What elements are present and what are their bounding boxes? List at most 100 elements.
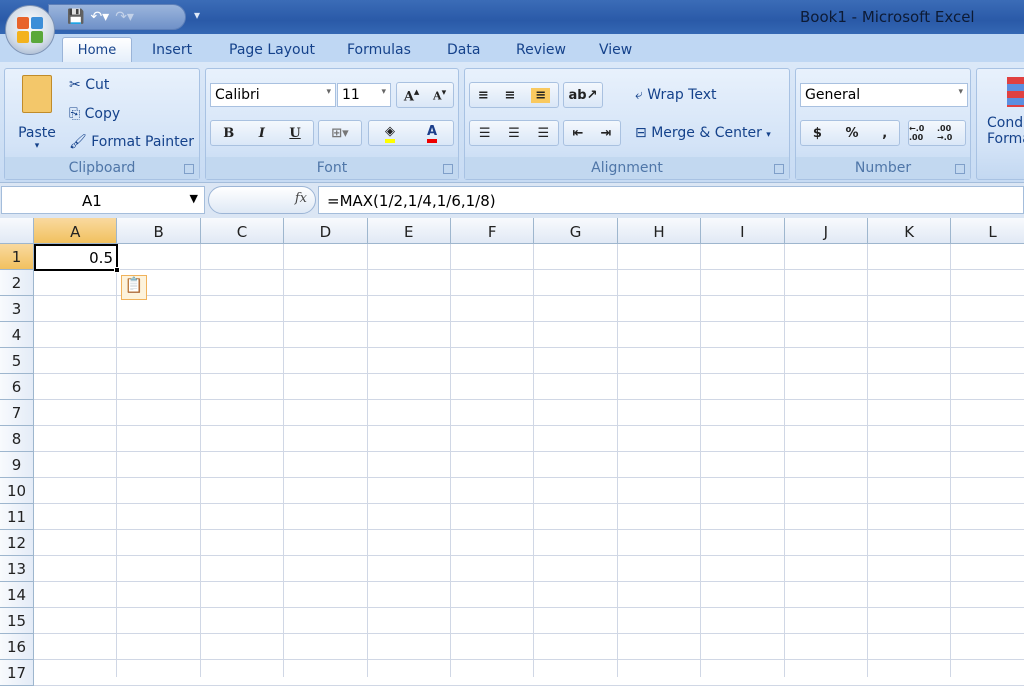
column-header-I[interactable]: I xyxy=(701,218,785,244)
tab-review[interactable]: Review xyxy=(516,42,566,58)
save-icon[interactable]: 💾 xyxy=(67,9,84,25)
column-header-L[interactable]: L xyxy=(951,218,1024,244)
row-header-15[interactable]: 15 xyxy=(0,608,34,634)
insert-function-button[interactable]: fx xyxy=(295,191,307,206)
name-box[interactable]: A1 ▼ xyxy=(1,186,205,214)
column-header-H[interactable]: H xyxy=(617,218,702,244)
column-header-B[interactable]: B xyxy=(117,218,201,244)
tab-view[interactable]: View xyxy=(599,42,632,58)
paste-button[interactable]: Paste ▾ xyxy=(15,75,59,155)
row-header-10[interactable]: 10 xyxy=(0,478,34,504)
format-painter-button[interactable]: 🖌 Format Painter xyxy=(69,134,194,150)
row-header-14[interactable]: 14 xyxy=(0,582,34,608)
row-header-7[interactable]: 7 xyxy=(0,400,34,426)
shrink-font-icon[interactable]: A▾ xyxy=(433,87,446,103)
increase-indent-icon[interactable]: ⇥ xyxy=(601,126,612,141)
indent-buttons: ⇤ ⇥ xyxy=(563,120,621,146)
increase-decimal-button[interactable]: ←.0 .00 xyxy=(909,124,937,142)
fill-color-icon[interactable]: ◈ xyxy=(384,124,395,143)
office-button[interactable] xyxy=(5,5,55,55)
tab-page-layout[interactable]: Page Layout xyxy=(229,42,315,58)
decrease-indent-icon[interactable]: ⇤ xyxy=(573,126,584,141)
horizontal-align-buttons: ☰ ☰ ☰ xyxy=(469,120,559,146)
row-header-9[interactable]: 9 xyxy=(0,452,34,478)
row-header-5[interactable]: 5 xyxy=(0,348,34,374)
currency-button[interactable]: $ xyxy=(813,126,822,141)
formula-buttons: fx xyxy=(208,186,316,214)
wrap-text-button[interactable]: ⤶ Wrap Text xyxy=(635,87,717,103)
italic-button[interactable]: I xyxy=(259,126,265,141)
align-center-icon[interactable]: ☰ xyxy=(508,126,520,141)
gridline xyxy=(867,244,868,677)
row-header-6[interactable]: 6 xyxy=(0,374,34,400)
cell-a1[interactable]: 0.5 xyxy=(34,244,118,271)
orientation-button[interactable]: ab↗ xyxy=(563,82,603,108)
grow-font-icon[interactable]: A▴ xyxy=(404,85,420,104)
paste-options-button[interactable]: 📋 xyxy=(121,275,147,300)
orientation-icon: ab↗ xyxy=(568,87,598,103)
align-right-icon[interactable]: ☰ xyxy=(537,126,549,141)
font-name-dropdown[interactable]: Calibri ▾ xyxy=(210,83,336,107)
fill-handle[interactable] xyxy=(114,267,120,273)
tab-insert[interactable]: Insert xyxy=(152,42,192,58)
tab-home[interactable]: Home xyxy=(62,37,132,63)
copy-button[interactable]: ⎘ Copy xyxy=(69,106,120,122)
borders-button[interactable]: ⊞▾ xyxy=(318,120,362,146)
ribbon: Paste ▾ ✂ Cut ⎘ Copy 🖌 Format Painter Cli… xyxy=(0,62,1024,182)
font-label: Font xyxy=(206,157,458,179)
conditional-formatting-button[interactable]: CondForma xyxy=(987,77,1024,147)
clipboard-launcher-icon[interactable] xyxy=(184,164,194,174)
number-format-dropdown[interactable]: General ▾ xyxy=(800,83,968,107)
alignment-group: ≡ ≡ ≡ ab↗ ☰ ☰ ☰ ⇤ ⇥ ⤶ Wrap Text ⊟ Merge & Cen… xyxy=(464,68,790,180)
font-style-buttons: BIU xyxy=(210,120,314,146)
formula-input[interactable]: =MAX(1/2,1/4,1/6,1/8) xyxy=(318,186,1024,214)
customize-qat-icon[interactable]: ▾ xyxy=(194,8,200,22)
color-buttons: ◈ A xyxy=(368,120,454,146)
column-header-K[interactable]: K xyxy=(868,218,952,244)
gridline xyxy=(34,581,1024,582)
row-header-11[interactable]: 11 xyxy=(0,504,34,530)
row-header-1[interactable]: 1 xyxy=(0,244,34,270)
tab-formulas[interactable]: Formulas xyxy=(347,42,411,58)
bottom-align-icon[interactable]: ≡ xyxy=(531,87,551,103)
column-header-F[interactable]: F xyxy=(451,218,535,244)
number-launcher-icon[interactable] xyxy=(955,164,965,174)
percent-button[interactable]: % xyxy=(846,126,859,141)
row-header-12[interactable]: 12 xyxy=(0,530,34,556)
underline-button[interactable]: U xyxy=(289,126,300,141)
row-header-13[interactable]: 13 xyxy=(0,556,34,582)
column-header-A[interactable]: A xyxy=(34,218,118,244)
redo-icon[interactable]: ↷▾ xyxy=(115,9,134,25)
undo-icon[interactable]: ↶▾ xyxy=(90,9,109,25)
row-header-17[interactable]: 17 xyxy=(0,660,34,686)
bold-button[interactable]: B xyxy=(223,126,234,141)
comma-button[interactable]: , xyxy=(882,126,887,141)
merge-center-button[interactable]: ⊟ Merge & Center ▾ xyxy=(635,125,771,141)
font-color-icon[interactable]: A xyxy=(426,124,438,143)
font-launcher-icon[interactable] xyxy=(443,164,453,174)
font-size-dropdown[interactable]: 11 ▾ xyxy=(337,83,391,107)
column-header-G[interactable]: G xyxy=(534,218,618,244)
row-header-3[interactable]: 3 xyxy=(0,296,34,322)
align-left-icon[interactable]: ☰ xyxy=(479,126,491,141)
cut-button[interactable]: ✂ Cut xyxy=(69,77,109,93)
column-header-J[interactable]: J xyxy=(784,218,868,244)
column-header-D[interactable]: D xyxy=(284,218,368,244)
select-all-button[interactable] xyxy=(0,218,34,244)
alignment-launcher-icon[interactable] xyxy=(774,164,784,174)
gridline xyxy=(199,244,201,677)
paste-icon xyxy=(22,75,52,113)
column-header-C[interactable]: C xyxy=(200,218,285,244)
tab-data[interactable]: Data xyxy=(447,42,480,58)
top-align-icon[interactable]: ≡ xyxy=(478,88,489,103)
worksheet-grid[interactable]: A B C D E F G H I J K L 1 2 3 4 5 6 7 8 9 10 11 12 13 14 15 16 17 xyxy=(0,218,1024,686)
row-header-8[interactable]: 8 xyxy=(0,426,34,452)
column-header-E[interactable]: E xyxy=(367,218,451,244)
name-box-dropdown-icon[interactable]: ▼ xyxy=(190,192,198,205)
row-header-16[interactable]: 16 xyxy=(0,634,34,660)
scissors-icon: ✂ xyxy=(69,77,81,93)
middle-align-icon[interactable]: ≡ xyxy=(505,88,516,103)
decrease-decimal-button[interactable]: .00 →.0 xyxy=(937,124,965,142)
row-header-4[interactable]: 4 xyxy=(0,322,34,348)
row-header-2[interactable]: 2 xyxy=(0,270,34,296)
